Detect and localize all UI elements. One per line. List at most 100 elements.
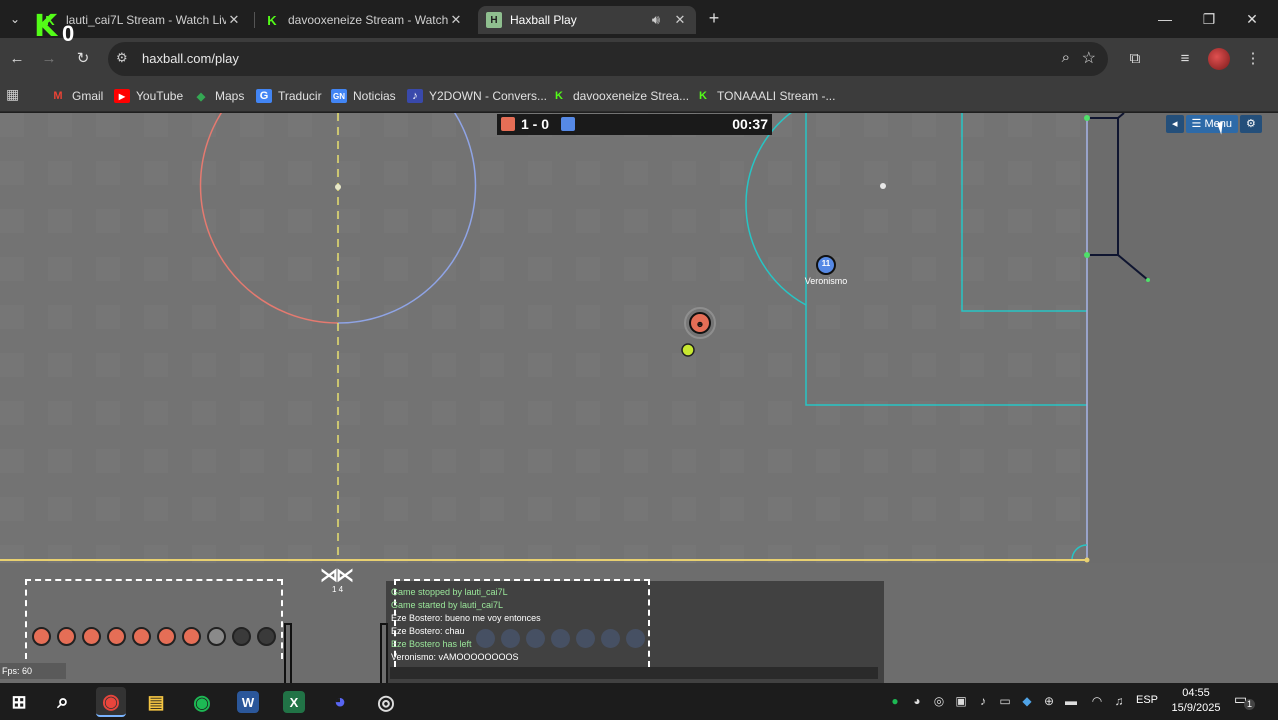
restore-button[interactable]: ❐	[1194, 8, 1224, 30]
word-icon[interactable]: W	[237, 691, 259, 713]
volume-icon[interactable]: ♫	[1110, 692, 1128, 710]
bookmark-noticias[interactable]: GN Noticias	[331, 86, 396, 106]
red-team-icon	[501, 117, 515, 131]
profile-avatar[interactable]	[1208, 48, 1230, 70]
notification-icon[interactable]: ▭ 1	[1234, 691, 1255, 711]
bookmark-maps[interactable]: ◆ Maps	[193, 86, 245, 106]
bookmark-gmail[interactable]: M Gmail	[50, 86, 103, 106]
spotify-icon[interactable]: ◉	[187, 687, 217, 717]
forward-button[interactable]: →	[38, 48, 60, 70]
excel-icon[interactable]: X	[283, 691, 305, 713]
bookmark-label: YouTube	[136, 89, 184, 103]
reload-button[interactable]: ↻	[72, 48, 94, 70]
y2down-icon: ♪	[407, 89, 423, 103]
obs-tray-icon[interactable]: ◎	[930, 692, 948, 710]
bookmark-label: Maps	[215, 89, 245, 103]
wifi-icon[interactable]: ◠	[1088, 692, 1106, 710]
lineup-slot	[207, 627, 226, 646]
close-icon[interactable]: ✕	[448, 12, 464, 28]
chat-message: Veronismo: vAMOOOOOOOOS	[391, 652, 519, 662]
language-indicator[interactable]: ESP	[1136, 694, 1158, 706]
screen: ⌄ K lauti_cai7L Stream - Watch Live ✕ K …	[0, 0, 1278, 720]
media-controls-icon[interactable]: ≡	[1174, 48, 1196, 70]
blue-player-number: 11	[821, 259, 831, 268]
close-icon[interactable]: ✕	[672, 12, 688, 28]
microphone-tray-icon[interactable]: ♪	[974, 692, 992, 710]
kick-icon: K	[555, 90, 563, 102]
kick-overlay: K 0	[34, 12, 82, 46]
goal-post-bottom	[1084, 252, 1090, 258]
close-icon[interactable]: ✕	[226, 12, 242, 28]
menu-button[interactable]: ☰ Menu	[1185, 115, 1238, 133]
bookmark-y2down[interactable]: ♪ Y2DOWN - Convers...	[407, 86, 547, 106]
center-spot	[335, 184, 341, 190]
battery-tray-icon[interactable]: ▬	[1062, 692, 1080, 710]
clock[interactable]: 04:55 15/9/2025	[1166, 686, 1226, 716]
net-anchor	[1146, 278, 1150, 282]
more-menu-icon[interactable]: ⋮	[1242, 48, 1264, 70]
apps-grid-icon[interactable]: ▦	[6, 86, 22, 102]
kick-icon: K	[699, 90, 707, 102]
bookmark-tonaaali[interactable]: K TONAAALI Stream -...	[695, 86, 835, 106]
bookmark-youtube[interactable]: ▶ YouTube	[114, 86, 183, 106]
bookmark-traducir[interactable]: G Traducir	[256, 86, 322, 106]
url-text[interactable]: haxball.com/play	[142, 51, 239, 66]
chat-input[interactable]	[390, 667, 878, 679]
bookmark-label: Y2DOWN - Convers...	[429, 89, 548, 103]
penalty-spot	[880, 183, 886, 189]
pitch-drawing: ☻	[0, 113, 1278, 583]
tab-haxball[interactable]: H Haxball Play 🔊︎ ✕	[478, 6, 696, 34]
obs-icon[interactable]: ◎	[371, 687, 401, 717]
out-of-bounds-area	[1087, 113, 1278, 583]
sound-icon[interactable]: ◂	[1166, 115, 1184, 133]
chat-message: Game stopped by lauti_cai7L	[391, 587, 508, 597]
app-tray-icon[interactable]: ◆	[1018, 692, 1036, 710]
chat-log: Game stopped by lauti_cai7L Game started…	[391, 586, 871, 664]
back-button[interactable]: ←	[6, 48, 28, 70]
network-tray-icon[interactable]: ⊕	[1040, 692, 1058, 710]
news-icon: GN	[331, 89, 347, 103]
address-bar[interactable]: ⚙ haxball.com/play ⌕ ☆	[108, 42, 1108, 76]
file-explorer-icon[interactable]: ▤	[141, 687, 171, 717]
close-window-button[interactable]: ✕	[1237, 8, 1267, 30]
red-team-lineup	[32, 627, 276, 646]
capture-tray-icon[interactable]: ▣	[952, 692, 970, 710]
bookmark-star-icon[interactable]: ☆	[1082, 48, 1096, 68]
windows-start-icon[interactable]: ⊞	[4, 687, 34, 717]
game-field[interactable]: ☻	[0, 113, 1278, 583]
minimize-button[interactable]: —	[1150, 8, 1180, 30]
notification-count: 1	[1244, 699, 1255, 710]
tab-separator	[254, 12, 255, 28]
zoom-icon[interactable]: ⌕	[1062, 49, 1070, 66]
red-player-avatar: ☻	[695, 319, 704, 329]
spotify-tray-icon[interactable]: ●	[886, 692, 904, 710]
discord-icon[interactable]: ◕	[325, 687, 355, 717]
extensions-icon[interactable]: ⧉	[1124, 48, 1146, 70]
gmail-icon: M	[53, 90, 63, 102]
bookmark-label: Gmail	[72, 89, 104, 103]
score-text: 1 - 0	[521, 116, 550, 132]
player-name-label: Veronismo	[804, 276, 848, 286]
bookmarks-bar: ▦ M Gmail ▶ YouTube ◆ Maps G Traducir GN…	[0, 80, 1278, 112]
kick-icon: K	[267, 12, 277, 28]
tab-search-chevron-icon[interactable]: ⌄	[4, 8, 26, 30]
discord-tray-icon[interactable]: ◕	[908, 692, 926, 710]
tab-title: Haxball Play	[510, 13, 577, 27]
tab-davooxeneize[interactable]: K davooxeneize Stream - Watch L ✕	[256, 6, 472, 34]
new-tab-button[interactable]: +	[704, 8, 724, 30]
tab-title: davooxeneize Stream - Watch L	[288, 13, 448, 27]
settings-gear-icon[interactable]: ⚙	[1239, 115, 1262, 133]
scoreboard: 1 - 0 00:37	[497, 114, 772, 135]
chat-message: Game started by lauti_cai7L	[391, 600, 504, 610]
lineup-slot	[32, 627, 51, 646]
search-icon[interactable]: ⌕	[48, 687, 78, 717]
lineup-slot	[132, 627, 151, 646]
maps-icon: ◆	[196, 90, 206, 103]
display-tray-icon[interactable]: ▭	[996, 692, 1014, 710]
site-info-icon[interactable]: ⚙	[116, 50, 128, 66]
bookmark-label: davooxeneize Strea...	[573, 89, 690, 103]
speaker-icon[interactable]: 🔊︎	[648, 12, 664, 28]
chrome-icon[interactable]: ◉	[96, 687, 126, 717]
ball	[681, 343, 695, 357]
bookmark-davooxeneize[interactable]: K davooxeneize Strea...	[551, 86, 689, 106]
